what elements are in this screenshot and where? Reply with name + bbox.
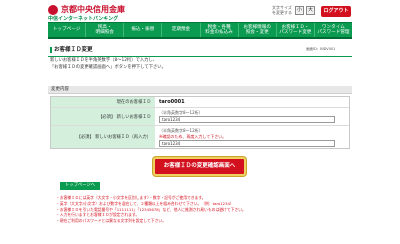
bank-name: 京都中央信用金庫 [61,5,125,14]
confirm-id-label: 【必須】 新しいお客様ＩＤ（再入力） [51,126,155,148]
font-size-label: 文字サイズを変更する [272,5,292,15]
confirm-id-warning: ※確認のため、再度入力して下さい。 [159,134,227,139]
page-title: お客様ＩＤ変更 [50,47,93,53]
note-item: ・現在ご利用のパスワードとは異なる文字列を設定して下さい。 [56,218,166,224]
global-nav: トップページ 残高・ 明細照会 振込・振替 定期預金 税金・各種 料金の払込み … [48,22,352,39]
nav-customer-info[interactable]: お客様情報の 照会・変更 [239,23,277,37]
nav-transfer[interactable]: 振込・振替 [124,23,163,37]
screen-id: 画面ID：BIDV001 [306,47,336,51]
nav-time-deposit[interactable]: 定期預金 [162,23,201,37]
bank-logo[interactable]: 京都中央信用金庫 中信インターネットバンキング [48,4,158,24]
change-form-table: 現在のお客様ＩＤ taro0001 【必須】 新しいお客様ＩＤ （半角英数字8〜… [50,96,350,149]
description-line: 「お客様ＩＤの変更確認画面へ」ボタンを押下して下さい。 [50,64,166,70]
logout-button[interactable]: ログアウト [321,6,351,17]
current-id-value: taro0001 [159,99,185,105]
current-id-label: 現在のお客様ＩＤ [51,97,155,107]
new-id-row: 【必須】 新しいお客様ＩＤ （半角英数字8〜12桁） taro1234 [51,108,349,126]
new-id-label: 【必須】 新しいお客様ＩＤ [51,108,155,125]
nav-onetime-password[interactable]: ワンタイム パスワード管理 [315,23,352,37]
back-to-top-button[interactable]: トップページへ [60,182,100,190]
nav-top[interactable]: トップページ [48,23,87,37]
confirm-change-button[interactable]: お客様ＩＤの変更確認画面へ [153,157,246,176]
section-header: 変更内容 [48,86,352,94]
nav-balance[interactable]: 残高・ 明細照会 [86,23,125,37]
nav-id-password[interactable]: お客様ＩＤ・ パスワード変更 [277,23,315,37]
title-divider [48,56,352,57]
confirm-id-row: 【必須】 新しいお客様ＩＤ（再入力） （半角英数字8〜12桁） ※確認のため、再… [51,126,349,148]
new-id-input[interactable]: taro1234 [159,116,335,123]
notes-list: ・お客様ＩＤには英字（大文字・小文字を区別します）・数字・記号がご使用できます。… [56,195,350,224]
page-description: 新しいお客様ＩＤを半角英数字（8〜12桁）で入力し、 「お客様ＩＤの変更確認画面… [50,58,166,71]
confirm-id-note: （半角英数字8〜12桁） [159,128,203,133]
page: 京都中央信用金庫 中信インターネットバンキング 文字サイズを変更する 小 大 ロ… [0,0,400,244]
current-id-row: 現在のお客様ＩＤ taro0001 [51,97,349,108]
confirm-id-input[interactable]: taro1234 [159,140,335,147]
font-size-small-button[interactable]: 小 [295,6,304,15]
nav-tax-payment[interactable]: 税金・各種 料金の払込み [201,23,239,37]
new-id-note: （半角英数字8〜12桁） [159,110,203,115]
bank-logo-icon [48,5,58,15]
description-line: 新しいお客様ＩＤを半角英数字（8〜12桁）で入力し、 [50,58,158,63]
font-size-large-button[interactable]: 大 [306,6,315,15]
